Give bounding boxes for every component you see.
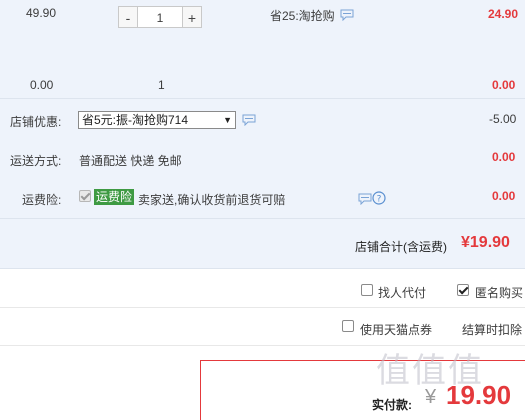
summary-qty: 1 — [158, 78, 165, 92]
shop-discount-select[interactable]: 省5元:振-淘抢购714 ▼ — [78, 111, 236, 129]
qty-decrease-button[interactable]: - — [118, 6, 138, 28]
item-subtotal: 24.90 — [488, 7, 519, 21]
anonymous-checkbox[interactable] — [457, 284, 469, 296]
insurance-label: 运费险: — [22, 193, 62, 207]
shop-discount-selected: 省5元:振-淘抢购714 — [82, 113, 189, 127]
divider — [0, 218, 525, 219]
order-items-area — [0, 0, 525, 268]
chat-icon[interactable] — [242, 114, 256, 126]
insurance-text: 卖家送,确认收货前退货可赔 — [138, 193, 286, 207]
insurance-badge: 运费险 — [94, 189, 135, 205]
summary-subtotal: 0.00 — [492, 78, 516, 92]
qty-increase-button[interactable]: + — [182, 6, 202, 28]
use-points-label[interactable]: 使用天猫点券 — [360, 321, 432, 338]
use-points-checkbox[interactable] — [342, 320, 354, 332]
divider — [0, 98, 525, 99]
payment-label: 实付款: — [372, 398, 412, 412]
shop-total-label: 店铺合计(含运费) — [355, 240, 447, 254]
chat-icon[interactable] — [340, 9, 354, 21]
shop-total-value: ¥19.90 — [461, 234, 510, 251]
insurance-checkbox — [79, 190, 91, 202]
pay-for-me-label[interactable]: 找人代付 — [378, 284, 426, 301]
shop-discount-value: -5.00 — [489, 112, 517, 126]
svg-text:?: ? — [377, 195, 382, 205]
unit-price: 49.90 — [26, 6, 57, 20]
discount-text: 省25:淘抢购 — [270, 9, 335, 23]
dropdown-arrow-icon: ▼ — [223, 115, 232, 125]
summary-unit-total: 0.00 — [30, 78, 54, 92]
shipping-label: 运送方式: — [10, 154, 62, 168]
anonymous-label[interactable]: 匿名购买 — [475, 284, 523, 301]
watermark: 值值值 — [376, 352, 484, 390]
help-icon[interactable]: ? — [372, 191, 386, 208]
qty-input[interactable]: 1 — [138, 6, 182, 28]
insurance-value: 0.00 — [492, 189, 516, 203]
shipping-method: 普通配送 快递 免邮 — [79, 154, 182, 168]
shop-discount-label: 店铺优惠: — [10, 115, 62, 129]
divider — [0, 268, 525, 269]
divider — [0, 307, 525, 308]
chat-icon[interactable] — [358, 193, 372, 205]
deduct-note: 结算时扣除 — [462, 323, 523, 337]
pay-for-me-checkbox[interactable] — [361, 284, 373, 296]
shipping-value: 0.00 — [492, 150, 516, 164]
